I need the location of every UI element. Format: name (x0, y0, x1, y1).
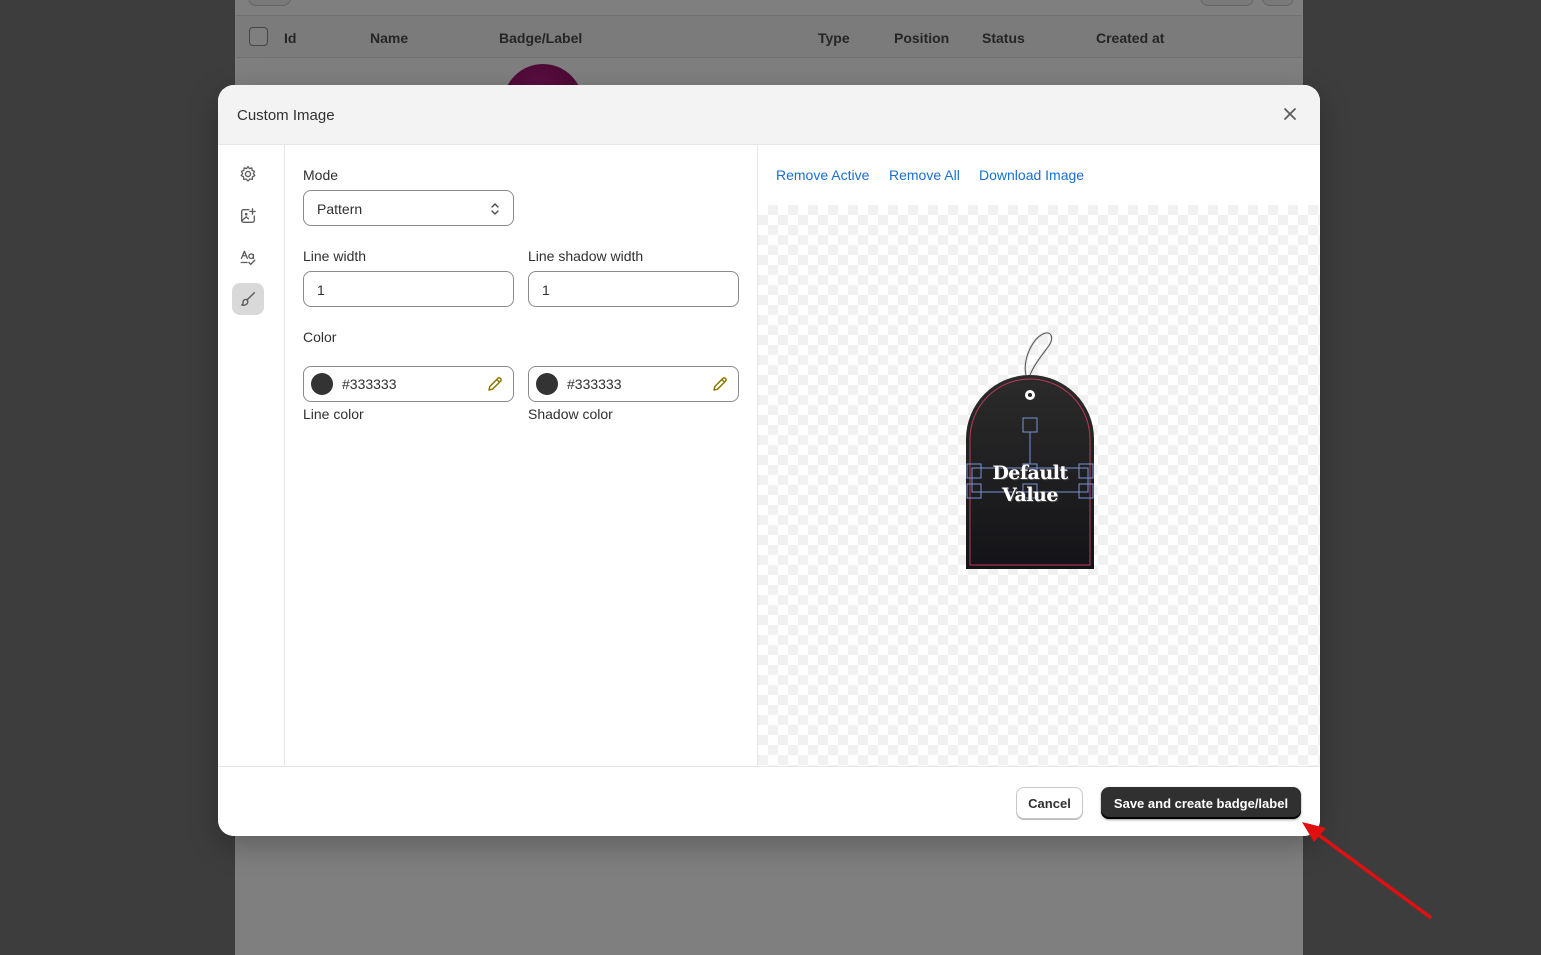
text-check-icon (240, 250, 256, 266)
line-color-field[interactable]: #333333 (303, 366, 514, 402)
line-color-swatch[interactable] (311, 373, 333, 395)
red-arrow-annotation (1302, 822, 1432, 919)
shadow-color-label: Shadow color (528, 406, 613, 422)
line-width-input[interactable]: 1 (303, 271, 514, 307)
cancel-button[interactable]: Cancel (1016, 787, 1083, 819)
shadow-color-field[interactable]: #333333 (528, 366, 739, 402)
remove-active-link[interactable]: Remove Active (776, 167, 869, 183)
line-shadow-width-input[interactable]: 1 (528, 271, 739, 307)
gear-icon (240, 165, 256, 182)
line-shadow-width-label: Line shadow width (528, 248, 644, 264)
mode-label: Mode (303, 167, 339, 183)
pencil-icon[interactable] (711, 375, 729, 393)
shadow-color-swatch[interactable] (536, 373, 558, 395)
line-width-value: 1 (317, 282, 325, 298)
modal-title: Custom Image (237, 107, 335, 124)
modal-header: Custom Image (218, 85, 1320, 145)
save-and-create-button[interactable]: Save and create badge/label (1101, 787, 1301, 819)
hang-tag-shape (966, 331, 1094, 569)
color-heading: Color (303, 329, 337, 345)
brush-tool-button[interactable] (232, 283, 264, 315)
preview-panel: Remove Active Remove All Download Image (758, 145, 1320, 766)
line-color-label: Line color (303, 406, 364, 422)
custom-image-modal: Custom Image Mode Pattern Line width 1 L… (218, 85, 1320, 836)
image-canvas[interactable]: Default Value (758, 205, 1320, 766)
hang-tag-image[interactable]: Default Value (964, 329, 1096, 569)
line-color-value: #333333 (342, 376, 397, 392)
download-image-link[interactable]: Download Image (979, 167, 1084, 183)
tag-text[interactable]: Default Value (964, 462, 1096, 506)
image-add-icon (241, 208, 256, 223)
tool-rail (218, 145, 285, 766)
mode-select[interactable]: Pattern (303, 190, 514, 226)
chevron-up-down-icon (491, 203, 499, 215)
mode-select-value: Pattern (317, 201, 363, 217)
pencil-icon[interactable] (486, 375, 504, 393)
modal-footer: Cancel Save and create badge/label (218, 766, 1320, 836)
brush-icon (241, 291, 256, 306)
line-width-label: Line width (303, 248, 367, 264)
shadow-color-value: #333333 (567, 376, 622, 392)
add-image-tool-button[interactable] (232, 200, 264, 232)
line-shadow-width-value: 1 (542, 282, 550, 298)
text-tool-button[interactable] (232, 242, 264, 274)
close-icon[interactable] (1280, 104, 1300, 124)
remove-all-link[interactable]: Remove All (889, 167, 960, 183)
settings-tool-button[interactable] (232, 158, 264, 190)
settings-form: Mode Pattern Line width 1 Line shadow wi… (285, 145, 758, 766)
